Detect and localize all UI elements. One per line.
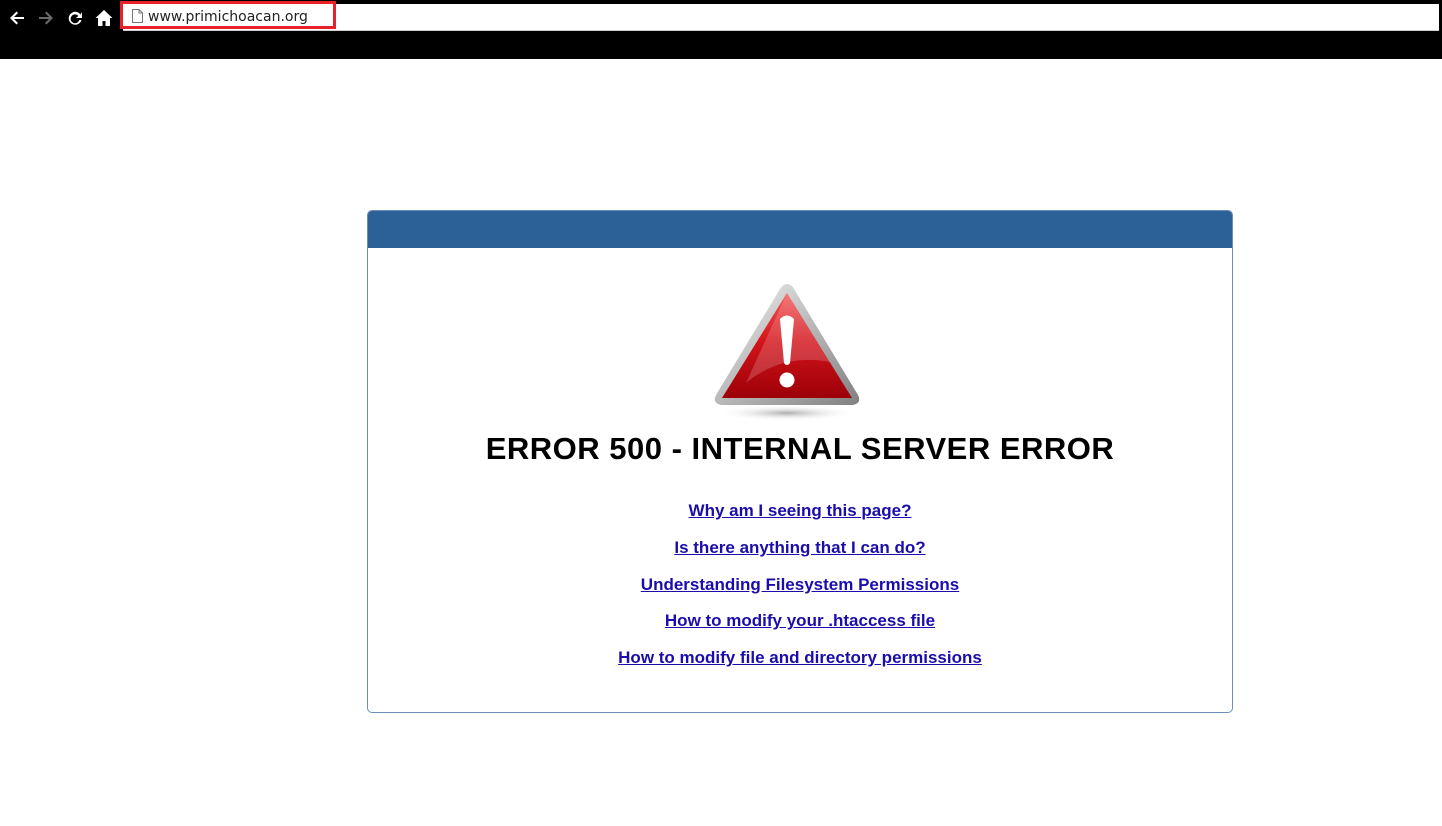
- browser-toolbar: www.primichoacan.org: [0, 0, 1442, 59]
- link-anything-i-can-do[interactable]: Is there anything that I can do?: [368, 538, 1232, 575]
- home-icon: [95, 10, 113, 26]
- back-arrow-icon: [10, 11, 24, 25]
- error-title: ERROR 500 - INTERNAL SERVER ERROR: [485, 431, 1115, 466]
- url-text[interactable]: www.primichoacan.org: [148, 7, 308, 27]
- panel-header: [368, 211, 1232, 248]
- back-button[interactable]: [4, 5, 30, 31]
- page-icon: [132, 9, 143, 23]
- home-button[interactable]: [91, 5, 117, 31]
- error-panel: ERROR 500 - INTERNAL SERVER ERROR Why am…: [367, 210, 1233, 713]
- link-filesystem-permissions[interactable]: Understanding Filesystem Permissions: [368, 575, 1232, 612]
- help-links: Why am I seeing this page? Is there anyt…: [368, 501, 1232, 685]
- link-why-seeing-page[interactable]: Why am I seeing this page?: [368, 501, 1232, 538]
- forward-button[interactable]: [33, 5, 59, 31]
- reload-button[interactable]: [62, 5, 88, 31]
- warning-triangle-icon: [714, 284, 860, 421]
- link-modify-file-permissions[interactable]: How to modify file and directory permiss…: [368, 648, 1232, 685]
- reload-icon: [68, 11, 82, 25]
- link-modify-htaccess[interactable]: How to modify your .htaccess file: [368, 611, 1232, 648]
- forward-arrow-icon: [39, 11, 53, 25]
